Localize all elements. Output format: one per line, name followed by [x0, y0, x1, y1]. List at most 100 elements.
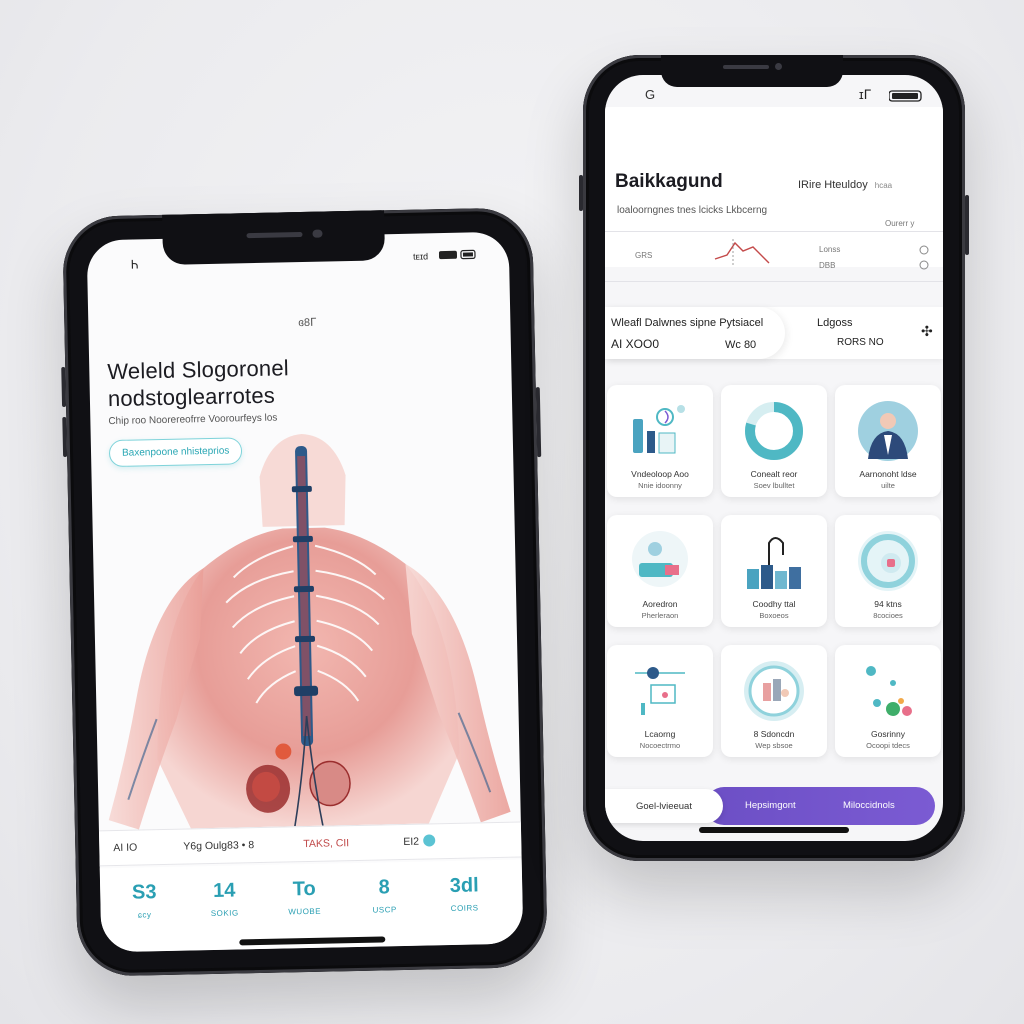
metrics-row: AI IO Y6g Oulg83 • 8 TAKS, CII EI2 — [98, 821, 522, 867]
banner-right-value: RORS NO — [837, 337, 884, 348]
feature-card[interactable]: Conealt reor Soev lbulltet — [721, 385, 827, 497]
banner-value: AI XOO0 — [611, 337, 660, 351]
stat-item[interactable]: S3 ɕcy — [114, 881, 175, 920]
stat-item[interactable]: To WUOBE — [274, 877, 335, 917]
banner-right-title: Ldgoss — [817, 317, 853, 329]
header-link[interactable]: IRire Hteuldoy hcaa — [798, 179, 892, 191]
feature-card[interactable]: Coodhy ttal Boxoeos — [721, 515, 827, 627]
stat-label: SOKIG — [210, 908, 239, 919]
feature-card[interactable]: Gosrinny Ocoopi tdecs — [835, 645, 941, 757]
home-indicator[interactable] — [239, 936, 386, 946]
power-button — [965, 195, 969, 255]
right-screen: G ɪᒥ Baikkagund IRire Hteuldoy hcaa loal… — [605, 75, 943, 841]
feature-card[interactable]: 94 ktns 8cocioes — [835, 515, 941, 627]
speaker-grille — [246, 231, 303, 239]
volume-up-button — [579, 175, 583, 211]
card-title: 94 ktns — [874, 599, 902, 609]
stat-value: 8 — [378, 876, 390, 899]
expand-icon[interactable]: ✣ — [921, 323, 933, 340]
row-right-label-1: Lonss — [819, 245, 841, 254]
home-indicator[interactable] — [699, 827, 849, 833]
volume-down-button — [62, 416, 68, 458]
power-button — [535, 387, 542, 458]
stat-label: COIRS — [450, 903, 479, 914]
info-icon[interactable] — [917, 243, 931, 273]
card-subtitle: Ocoopi tdecs — [866, 741, 910, 750]
card-title: Lcaorng — [644, 729, 676, 739]
stat-item[interactable]: 14 SOKIG — [194, 879, 255, 919]
speaker-grille — [723, 65, 769, 69]
card-subtitle: Soev lbulltet — [753, 481, 795, 490]
card-title: Aoredron — [642, 599, 678, 609]
tab-appointments[interactable]: Hepsimgont — [745, 800, 796, 811]
metric-3: TAKS, CII — [303, 837, 350, 851]
stat-item[interactable]: 3dl COIRS — [434, 874, 495, 913]
stat-value: S3 — [131, 881, 157, 904]
camera-icon — [312, 229, 323, 238]
tab-overview[interactable]: Goel-lvieeuat — [605, 789, 723, 823]
lab-icon — [633, 405, 685, 454]
card-subtitle: Nnie idoonny — [638, 481, 682, 490]
card-subtitle: 8cocioes — [873, 611, 903, 620]
bottle-icon — [744, 661, 804, 721]
status-left: G — [645, 87, 656, 102]
status-right: ɪᒥ — [859, 87, 871, 102]
page-subtitle: loaloorngnes tnes lcicks Lkbcerng — [617, 205, 768, 216]
left-notch — [162, 210, 386, 265]
card-title: Vndeoloop Aoo — [631, 469, 689, 479]
status-time: Ꮒ — [130, 257, 139, 272]
status-dot-icon — [423, 834, 436, 847]
header-link-label: IRire Hteuldoy — [798, 179, 868, 191]
banner-title: Wleafl Dalwnes sipne Pytsiacel — [611, 317, 764, 329]
row-left-label: GRS — [635, 251, 653, 260]
card-title: Aarnonoht ldse — [859, 469, 917, 479]
card-title: Gosrinny — [870, 729, 905, 739]
anatomy-illustration — [108, 434, 511, 830]
page-title: Weleld Slogoronel nodstoglearrotes — [107, 354, 290, 412]
stat-label: USCP — [372, 905, 397, 915]
divider — [605, 231, 943, 232]
ring-chart-icon — [745, 402, 803, 460]
sparkline-icon — [714, 239, 770, 267]
tab-group: Hepsimgont Miloccidnols — [705, 787, 935, 825]
left-phone: Ꮒ tᴇɪd ɞ8ᒥ Weleld Slogoronel nodstoglear… — [61, 207, 548, 977]
card-subtitle: Wep sbsoe — [755, 741, 793, 750]
battery-icon — [438, 249, 476, 260]
feature-card[interactable]: Aarnonoht ldse uilte — [835, 385, 941, 497]
stethoscope-icon — [747, 537, 801, 589]
stat-value: To — [292, 877, 316, 901]
feature-card[interactable]: Lcaorng Nocoectrmo — [607, 645, 713, 757]
stat-item[interactable]: 8 USCP — [354, 876, 415, 915]
feature-card[interactable]: Vndeoloop Aoo Nnie idoonny — [607, 385, 713, 497]
stats-bar: S3 ɕcy 14 SOKIG To WUOBE 8 USCP 3dl COIR… — [99, 859, 524, 953]
metric-4: EI2 — [403, 835, 420, 848]
title-line-2: nodstoglearrotes — [107, 382, 276, 412]
metric-2: Y6g Oulg83 • 8 — [183, 839, 255, 853]
status-indicators: tᴇɪd — [412, 251, 429, 262]
tab-medications[interactable]: Miloccidnols — [843, 800, 895, 811]
stat-value: 3dl — [449, 874, 479, 898]
stat-label: WUOBE — [288, 906, 322, 917]
summary-pill — [605, 307, 785, 359]
summary-banner[interactable]: Wleafl Dalwnes sipne Pytsiacel AI XOO0 W… — [605, 307, 943, 359]
card-subtitle: uilte — [881, 481, 895, 490]
camera-icon — [775, 63, 782, 70]
stat-value: 14 — [212, 879, 236, 902]
doctor-icon — [858, 401, 918, 461]
card-subtitle: Boxoeos — [759, 611, 789, 620]
microscope-icon — [635, 667, 685, 715]
volume-up-button — [61, 366, 67, 408]
card-title: 8 Sdoncdn — [753, 729, 795, 739]
feature-card[interactable]: 8 Sdoncdn Wep sbsoe — [721, 645, 827, 757]
filter-label[interactable]: Ourerr y — [885, 219, 914, 228]
card-subtitle: Pherleraon — [641, 611, 679, 620]
feature-card[interactable]: Aoredron Pherleraon — [607, 515, 713, 627]
page-title: Baikkagund — [615, 171, 723, 192]
right-phone: G ɪᒥ Baikkagund IRire Hteuldoy hcaa loal… — [579, 55, 969, 861]
metric-1: AI IO — [113, 841, 138, 855]
title-line-1: Weleld Slogoronel — [107, 355, 290, 385]
row-right-label-2: DBB — [819, 261, 836, 270]
card-title: Coodhy ttal — [752, 599, 796, 609]
battery-icon — [889, 90, 922, 102]
page-indicator: ɞ8ᒥ — [298, 316, 317, 330]
